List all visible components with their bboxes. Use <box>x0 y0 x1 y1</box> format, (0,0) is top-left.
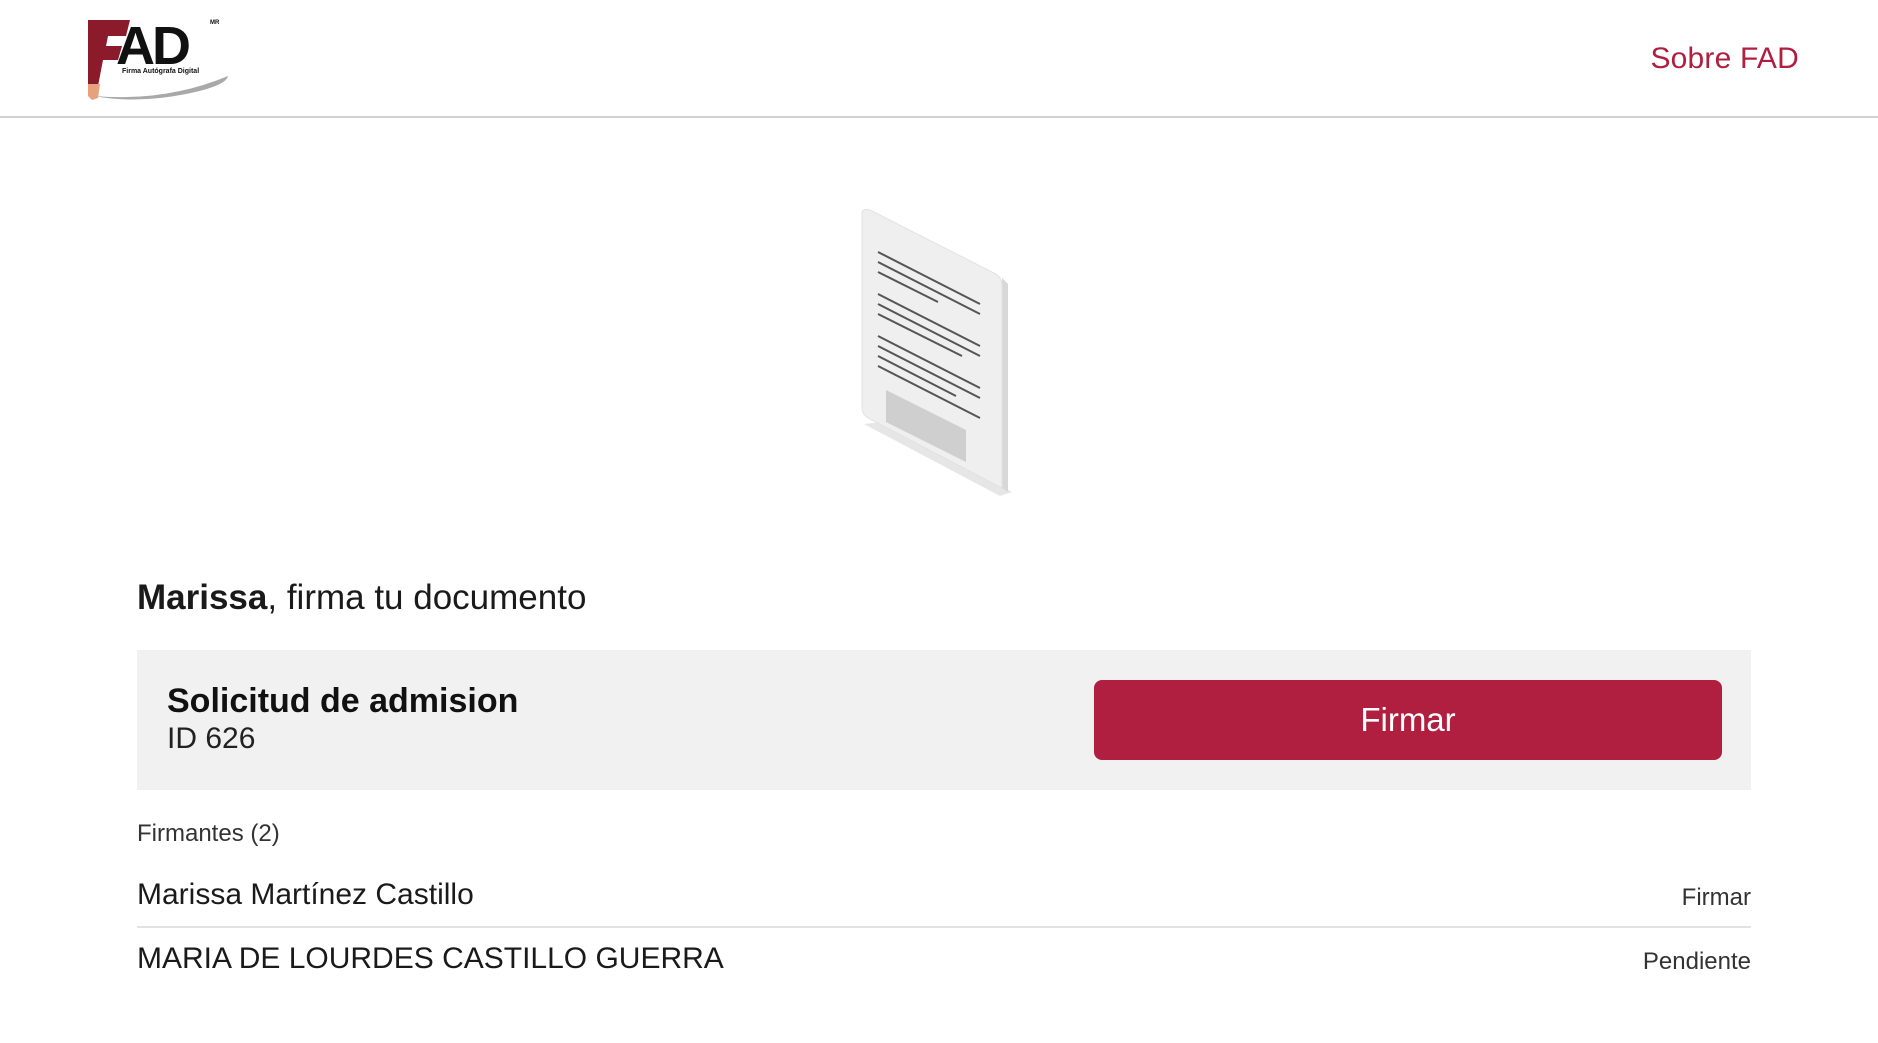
svg-text:AD: AD <box>116 16 189 76</box>
sign-button[interactable]: Firmar <box>1094 680 1722 760</box>
user-name: Marissa <box>137 578 268 617</box>
greeting-heading: Marissa, firma tu documento <box>137 578 586 618</box>
svg-text:Firma Autógrafa Digital: Firma Autógrafa Digital <box>122 68 199 75</box>
signers-heading: Firmantes (2) <box>137 820 280 847</box>
signer-name: Marissa Martínez Castillo <box>137 878 474 911</box>
signer-name: MARIA DE LOURDES CASTILLO GUERRA <box>137 942 724 975</box>
signer-status[interactable]: Firmar <box>1682 884 1751 912</box>
sobre-fad-link[interactable]: Sobre FAD <box>1650 42 1799 76</box>
document-id: ID 626 <box>167 722 256 755</box>
document-illustration-icon <box>852 206 1028 496</box>
greeting-text: , firma tu documento <box>267 578 587 617</box>
signer-row: Marissa Martínez Castillo Firmar <box>137 868 1751 928</box>
document-title: Solicitud de admision <box>167 682 519 720</box>
document-card: Solicitud de admision ID 626 Firmar <box>137 650 1751 790</box>
signer-row: MARIA DE LOURDES CASTILLO GUERRA Pendien… <box>137 932 1751 992</box>
svg-text:MR: MR <box>210 20 220 26</box>
top-header: AD MR Firma Autógrafa Digital Sobre FAD <box>0 0 1878 118</box>
signer-status: Pendiente <box>1642 948 1751 975</box>
fad-logo[interactable]: AD MR Firma Autógrafa Digital <box>86 16 232 104</box>
